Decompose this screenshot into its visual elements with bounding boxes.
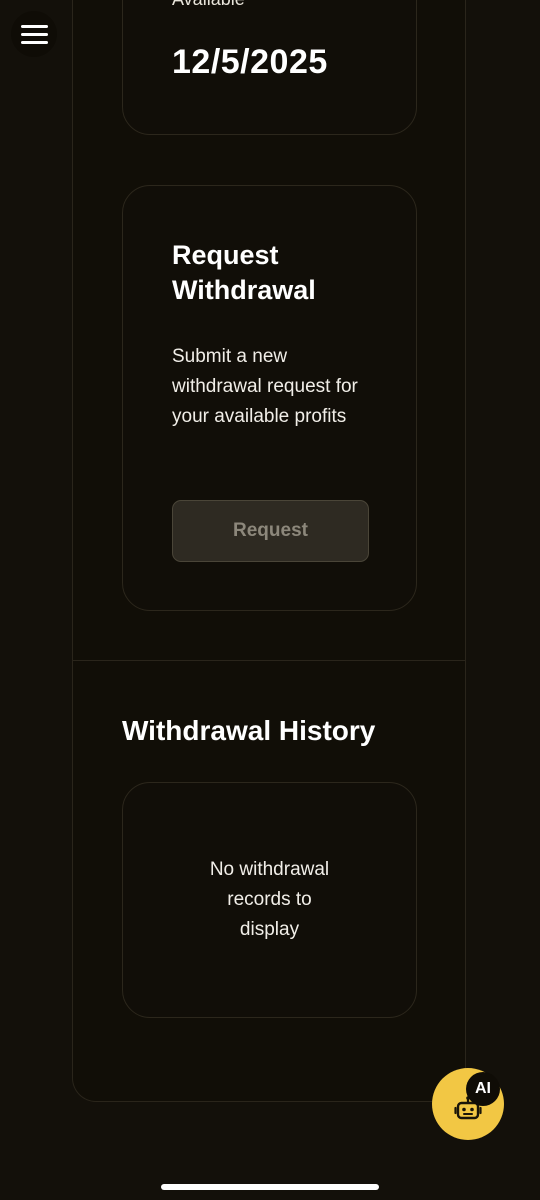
request-withdrawal-title: Request Withdrawal <box>172 240 316 305</box>
available-label: Available <box>172 0 245 9</box>
request-withdrawal-card: Request Withdrawal Submit a new withdraw… <box>122 185 417 611</box>
request-withdrawal-description: Submit a new withdrawal request for your… <box>172 346 358 427</box>
menu-bar <box>20 32 48 36</box>
withdrawal-history-title: Withdrawal History <box>122 715 376 746</box>
menu-bar <box>20 24 48 28</box>
ai-badge: AI <box>466 1072 500 1106</box>
history-empty-line: No withdrawal <box>209 859 330 880</box>
request-button[interactable]: Request <box>172 500 369 562</box>
withdrawal-history-card: No withdrawal records to display <box>122 782 417 1018</box>
ai-assistant-button[interactable]: AI <box>432 1068 504 1140</box>
menu-bar <box>20 40 48 44</box>
history-empty-line: display <box>239 919 300 940</box>
history-empty-message: No withdrawal records to display <box>123 855 416 945</box>
section-divider <box>72 660 466 661</box>
hamburger-menu-icon[interactable] <box>11 11 57 57</box>
history-empty-line: records to <box>227 889 312 910</box>
withdrawal-page: Available 12/5/2025 Request Withdrawal S… <box>0 0 540 1200</box>
home-indicator <box>161 1184 379 1190</box>
available-date: 12/5/2025 <box>172 43 328 81</box>
available-card: Available 12/5/2025 <box>122 0 417 135</box>
